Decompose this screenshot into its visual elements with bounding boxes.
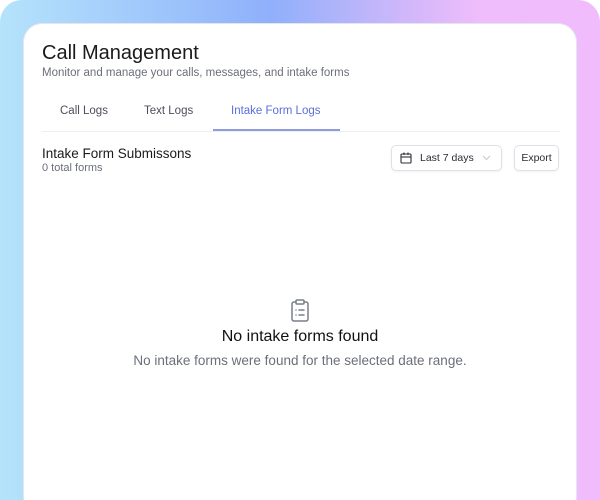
section-title: Intake Form Submissons xyxy=(42,146,192,161)
page-title: Call Management xyxy=(42,42,199,64)
page-subtitle: Monitor and manage your calls, messages,… xyxy=(42,67,350,79)
clipboard-list-icon xyxy=(291,299,309,322)
empty-state-description: No intake forms were found for the selec… xyxy=(133,353,467,368)
date-range-select[interactable]: Last 7 days xyxy=(391,145,502,171)
export-button[interactable]: Export xyxy=(514,145,559,171)
total-count: 0 total forms xyxy=(42,162,103,174)
calendar-icon xyxy=(400,152,412,164)
date-range-label: Last 7 days xyxy=(420,152,474,164)
main-card: Call Management Monitor and manage your … xyxy=(24,24,576,500)
active-tab-indicator xyxy=(213,129,340,131)
chevron-down-icon xyxy=(482,155,491,161)
empty-state-title: No intake forms found xyxy=(221,328,379,345)
tab-call-logs[interactable]: Call Logs xyxy=(60,105,108,117)
tab-intake-form-logs[interactable]: Intake Form Logs xyxy=(231,105,320,117)
tab-text-logs[interactable]: Text Logs xyxy=(144,105,193,117)
app-frame: Call Management Monitor and manage your … xyxy=(0,0,600,500)
tab-bar: Call Logs Text Logs Intake Form Logs xyxy=(42,98,560,132)
